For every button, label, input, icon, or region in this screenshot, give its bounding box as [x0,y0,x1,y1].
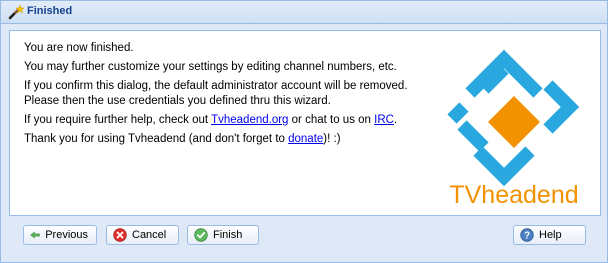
thanks-text: Thank you for using Tvheadend (and don't… [24,133,289,145]
check-icon [194,228,208,242]
tvheadend-logo: TVheadend [447,49,580,207]
irc-link[interactable]: IRC [374,114,394,126]
help-text: or chat to us on [288,114,375,126]
help-label: Help [539,229,562,241]
message-line: You are now finished. [24,42,134,54]
previous-button[interactable]: Previous [23,225,97,245]
cancel-button[interactable]: Cancel [106,225,179,245]
cancel-label: Cancel [132,229,167,241]
logo-text: TVheadend [449,181,578,207]
help-icon: ? [520,228,534,242]
message-line: Please then the use credentials you defi… [24,95,331,107]
cancel-icon [113,228,127,242]
finish-message: You are now finished. You may further cu… [24,41,444,147]
thanks-line: Thank you for using Tvheadend (and don't… [24,132,444,147]
window-title: Finished [27,5,73,17]
wizard-window: Finished You are now finished. You may f… [0,0,608,263]
message-line: You may further customize your settings … [24,61,397,73]
magic-wand-icon [8,4,24,20]
arrow-left-icon [30,231,40,239]
donate-link[interactable]: donate [288,133,323,145]
svg-text:?: ? [524,231,530,242]
content-panel: You are now finished. You may further cu… [9,30,601,216]
message-line: If you confirm this dialog, the default … [24,80,408,92]
help-button[interactable]: ? Help [513,225,586,245]
help-text: If you require further help, check out [24,114,212,126]
help-text: . [393,114,398,126]
help-line: If you require further help, check out T… [24,113,444,128]
tvheadend-org-link[interactable]: Tvheadend.org [211,114,288,126]
finish-label: Finish [213,229,243,241]
window-titlebar: Finished [1,1,607,24]
thanks-text: )! :) [323,133,341,145]
previous-label: Previous [45,229,88,241]
finish-button[interactable]: Finish [187,225,259,245]
